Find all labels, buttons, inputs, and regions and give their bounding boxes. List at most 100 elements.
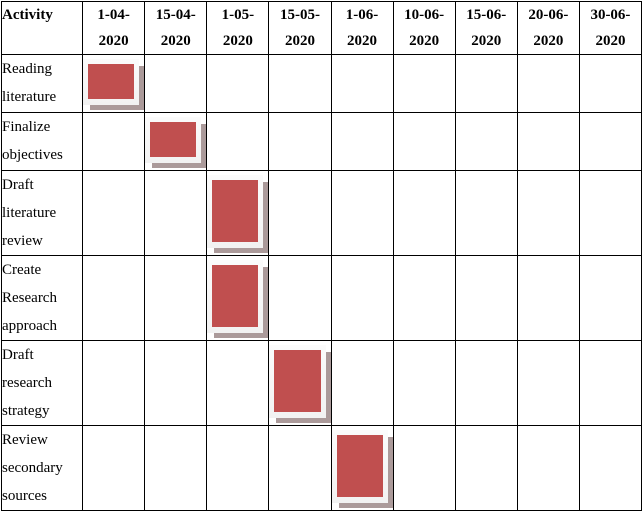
timeline-cell bbox=[516, 340, 580, 426]
activity-label-line: Draft bbox=[2, 177, 34, 193]
timeline-cell bbox=[82, 170, 146, 256]
timeline-cell bbox=[516, 112, 580, 171]
gantt-bar-frame bbox=[269, 345, 326, 418]
timeline-cell bbox=[454, 112, 518, 171]
gantt-bar bbox=[207, 260, 264, 333]
timeline-cell bbox=[454, 170, 518, 256]
header-line: 1-05- bbox=[221, 7, 255, 23]
timeline-cell bbox=[268, 54, 332, 113]
timeline-cell bbox=[454, 340, 518, 426]
activity-label-line: research bbox=[2, 375, 52, 391]
timeline-cell bbox=[268, 170, 332, 256]
timeline-cell bbox=[392, 112, 456, 171]
table-row: Review secondary sources bbox=[0, 425, 643, 511]
gantt-bar bbox=[207, 175, 264, 248]
gantt-bar-fill bbox=[274, 350, 321, 412]
timeline-cell bbox=[330, 170, 394, 256]
timeline-cell bbox=[330, 255, 394, 341]
column-header-15-04-2020: 15-04- 2020 bbox=[144, 1, 208, 55]
activity-label-cell: Create Research approach bbox=[0, 255, 84, 341]
table-row: Finalize objectives bbox=[0, 112, 643, 171]
activity-label-line: Review bbox=[2, 432, 48, 448]
gantt-bar-frame bbox=[207, 175, 264, 248]
timeline-cell bbox=[144, 340, 208, 426]
timeline-cell bbox=[268, 255, 332, 341]
table-body: Reading literature Finalize objectives Draft… bbox=[0, 54, 643, 511]
timeline-cell bbox=[392, 255, 456, 341]
timeline-cell bbox=[82, 112, 146, 171]
header-line: 1-04- bbox=[97, 7, 130, 23]
timeline-cell bbox=[206, 255, 270, 341]
header-line: 2020 bbox=[409, 33, 440, 49]
timeline-cell bbox=[392, 54, 456, 113]
timeline-cell bbox=[578, 340, 643, 426]
header-line: 2020 bbox=[160, 33, 191, 49]
timeline-cell bbox=[454, 425, 518, 511]
timeline-cell bbox=[578, 54, 643, 113]
table-row: Draft literature review bbox=[0, 170, 643, 256]
timeline-cell bbox=[516, 425, 580, 511]
timeline-cell bbox=[330, 340, 394, 426]
table-row: Reading literature bbox=[0, 54, 643, 113]
column-header-15-06-2020: 15-06- 2020 bbox=[454, 1, 518, 55]
timeline-cell bbox=[82, 340, 146, 426]
timeline-cell bbox=[516, 54, 580, 113]
gantt-bar bbox=[331, 430, 388, 503]
timeline-cell bbox=[454, 54, 518, 113]
activity-label-cell: Draft literature review bbox=[0, 170, 84, 256]
header-line: Activity bbox=[2, 7, 53, 23]
timeline-cell bbox=[516, 170, 580, 256]
timeline-cell bbox=[82, 425, 146, 511]
header-line: 2020 bbox=[98, 33, 129, 49]
activity-label-line: Draft bbox=[2, 347, 34, 363]
activity-label-cell: Reading literature bbox=[0, 54, 84, 113]
activity-label-line: Finalize bbox=[2, 119, 51, 135]
header-line: 2020 bbox=[347, 33, 378, 49]
activity-label-line: Create bbox=[2, 262, 42, 278]
activity-label-line: Research bbox=[2, 290, 57, 306]
activity-label-cell: Draft research strategy bbox=[0, 340, 84, 426]
header-line: 2020 bbox=[284, 33, 315, 49]
column-header-activity: Activity bbox=[0, 1, 84, 55]
activity-label-cell: Finalize objectives bbox=[0, 112, 84, 171]
column-header-1-04-2020: 1-04- 2020 bbox=[82, 1, 146, 55]
gantt-bar bbox=[269, 345, 326, 418]
timeline-cell bbox=[392, 340, 456, 426]
timeline-cell bbox=[578, 425, 643, 511]
header-line: 2020 bbox=[533, 33, 564, 49]
column-header-15-05-2020: 15-05- 2020 bbox=[268, 1, 332, 55]
timeline-cell bbox=[82, 255, 146, 341]
timeline-cell bbox=[144, 170, 208, 256]
timeline-cell bbox=[144, 112, 208, 171]
activity-label-line: literature bbox=[2, 205, 57, 221]
header-line: 20-06- bbox=[528, 7, 569, 23]
timeline-cell bbox=[392, 425, 456, 511]
column-header-1-06-2020: 1-06- 2020 bbox=[330, 1, 394, 55]
header-line: 15-06- bbox=[466, 7, 507, 23]
gantt-bar-frame bbox=[83, 59, 140, 105]
activity-label-line: secondary bbox=[2, 460, 63, 476]
table-header: Activity 1-04- 2020 15-04- 2020 1-05- 2020 15-0… bbox=[0, 1, 643, 55]
header-line: 2020 bbox=[471, 33, 502, 49]
timeline-cell bbox=[206, 170, 270, 256]
timeline-cell bbox=[268, 112, 332, 171]
timeline-cell bbox=[516, 255, 580, 341]
column-header-10-06-2020: 10-06- 2020 bbox=[392, 1, 456, 55]
timeline-cell bbox=[206, 340, 270, 426]
column-header-30-06-2020: 30-06- 2020 bbox=[578, 1, 643, 55]
timeline-cell bbox=[82, 54, 146, 113]
timeline-cell bbox=[144, 54, 208, 113]
timeline-cell bbox=[454, 255, 518, 341]
timeline-cell bbox=[330, 54, 394, 113]
gantt-bar bbox=[145, 117, 202, 163]
timeline-cell bbox=[206, 112, 270, 171]
gantt-bar bbox=[83, 59, 140, 105]
gantt-bar-fill bbox=[336, 435, 383, 497]
header-line: 1-06- bbox=[345, 7, 379, 23]
activity-label-cell: Review secondary sources bbox=[0, 425, 84, 511]
table-row: Create Research approach bbox=[0, 255, 643, 341]
activity-label-line: literature bbox=[2, 89, 57, 105]
table-row: Draft research strategy bbox=[0, 340, 643, 426]
gantt-bar-fill bbox=[150, 122, 197, 157]
timeline-cell bbox=[578, 170, 643, 256]
